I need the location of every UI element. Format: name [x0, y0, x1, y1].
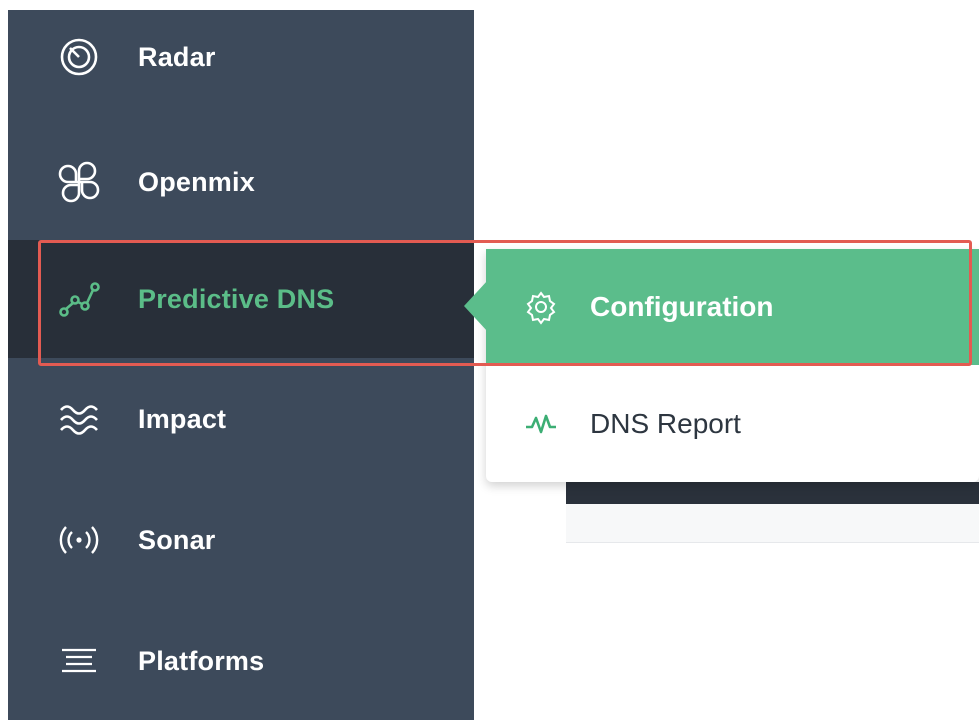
- sidebar-item-label: Radar: [138, 41, 216, 72]
- sidebar-nav: Radar Openmix Predictive DNS Impact Sona…: [8, 10, 474, 720]
- submenu-item-label: Configuration: [590, 291, 774, 322]
- sonar-icon: [58, 519, 100, 561]
- predictive-dns-submenu: Configuration DNS Report: [486, 249, 979, 482]
- content-header-bar: [566, 482, 979, 504]
- sidebar-item-label: Predictive DNS: [138, 283, 335, 314]
- sidebar-item-label: Openmix: [138, 166, 255, 197]
- platforms-icon: [58, 640, 100, 682]
- sidebar-item-label: Sonar: [138, 524, 216, 555]
- gear-icon: [524, 290, 558, 325]
- sidebar-item-label: Impact: [138, 403, 227, 434]
- pulse-icon: [524, 407, 558, 441]
- sidebar-item-platforms[interactable]: Platforms: [8, 602, 474, 720]
- submenu-pointer-arrow: [464, 280, 488, 332]
- sidebar-item-impact[interactable]: Impact: [8, 360, 474, 478]
- submenu-item-label: DNS Report: [590, 407, 741, 439]
- predictive-dns-icon: [58, 278, 100, 320]
- content-toolbar: [566, 504, 979, 543]
- radar-icon: [58, 36, 100, 78]
- submenu-item-dns-report[interactable]: DNS Report: [486, 365, 979, 482]
- sidebar-item-label: Platforms: [138, 645, 265, 676]
- sidebar-item-sonar[interactable]: Sonar: [8, 481, 474, 599]
- sidebar-item-openmix[interactable]: Openmix: [8, 123, 474, 241]
- sidebar-item-predictive-dns[interactable]: Predictive DNS: [8, 240, 474, 358]
- sidebar-item-radar[interactable]: Radar: [8, 0, 474, 116]
- impact-icon: [58, 398, 100, 440]
- openmix-icon: [58, 161, 100, 203]
- submenu-item-configuration[interactable]: Configuration: [486, 249, 979, 365]
